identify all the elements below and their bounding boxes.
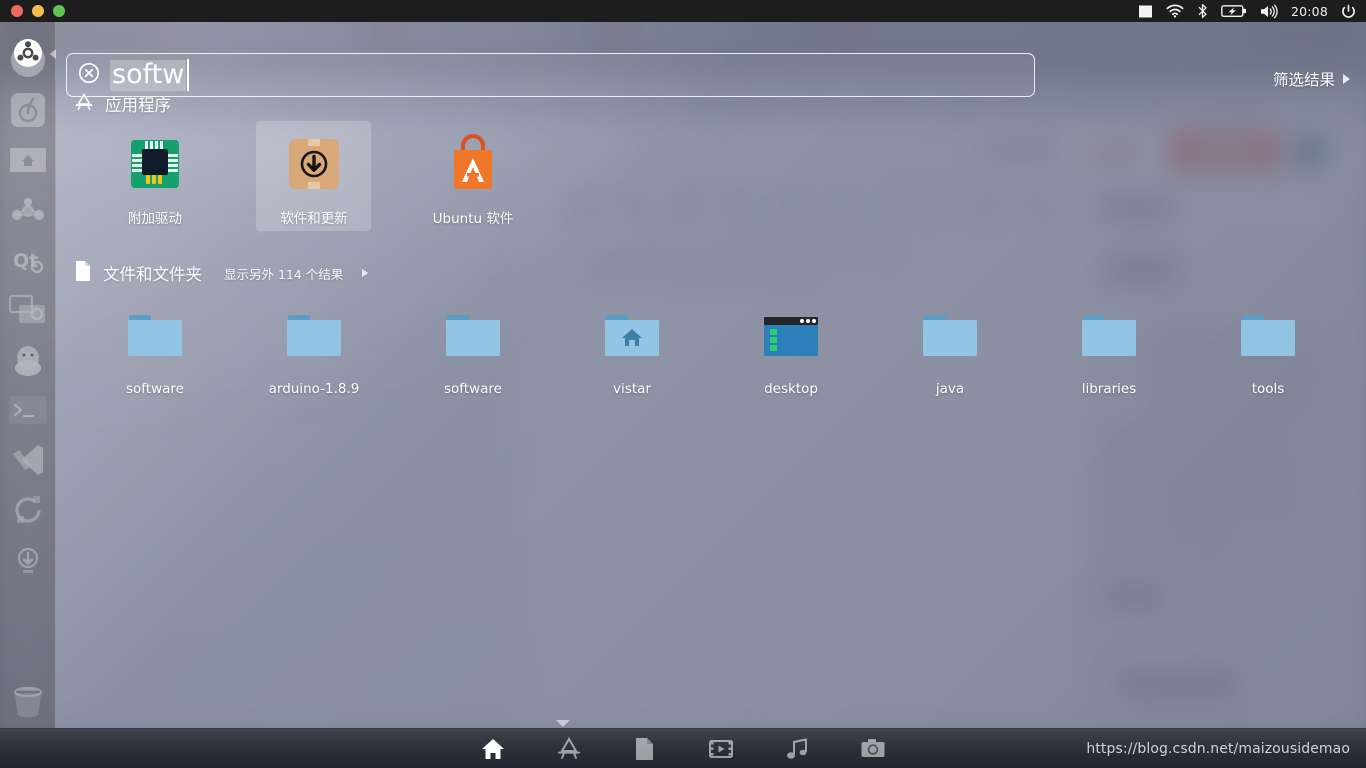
category-title: 文件和文件夹	[103, 265, 202, 284]
file-result-tile[interactable]: software	[101, 305, 209, 397]
folder-icon	[917, 305, 983, 371]
folder-icon	[281, 305, 347, 371]
ubuntu-logo-icon[interactable]	[13, 38, 43, 68]
app-result-label: Ubuntu 软件	[432, 211, 514, 227]
file-result-tile[interactable]: tools	[1214, 305, 1322, 397]
lens-files[interactable]	[631, 735, 659, 763]
package-down-icon	[10, 542, 46, 578]
nodes-icon	[9, 191, 47, 229]
dash-scroll-chevron-icon[interactable]	[556, 720, 570, 727]
file-result-tile[interactable]: software	[419, 305, 527, 397]
file-result-label: software	[126, 381, 184, 397]
shopping-bag-icon	[440, 131, 506, 197]
launcher-item-screenshot[interactable]	[6, 288, 50, 332]
lens-home[interactable]	[479, 735, 507, 763]
terminal-icon	[8, 396, 47, 424]
window-close-button[interactable]	[11, 5, 23, 17]
clear-search-icon[interactable]	[78, 62, 100, 88]
filter-results-label: 筛选结果	[1272, 71, 1335, 89]
launcher-item-vscode[interactable]	[6, 438, 50, 482]
wifi-icon[interactable]	[1166, 4, 1184, 18]
file-result-tile[interactable]: arduino-1.8.9	[260, 305, 368, 397]
file-icon	[74, 260, 92, 286]
folder-home-icon	[9, 145, 47, 175]
launcher-item-terminal[interactable]	[6, 388, 50, 432]
file-result-label: java	[935, 381, 965, 397]
file-result-tile[interactable]: vistar	[578, 305, 686, 397]
volume-icon[interactable]	[1260, 4, 1278, 19]
file-result-tile[interactable]: desktop	[737, 305, 845, 397]
top-panel: 20:08	[0, 0, 1366, 22]
file-result-tile[interactable]: libraries	[1055, 305, 1163, 397]
window-maximize-button[interactable]	[53, 5, 65, 17]
file-result-label: libraries	[1081, 381, 1137, 397]
search-input-value: softw	[110, 58, 187, 91]
chevron-right-icon[interactable]	[362, 269, 369, 277]
app-result-label: 软件和更新	[280, 211, 348, 227]
chip-icon	[122, 131, 188, 197]
package-down-icon	[281, 131, 347, 197]
launcher-item-netease-music[interactable]	[6, 88, 50, 132]
qt-icon: Qt	[9, 241, 47, 279]
file-result-label: tools	[1251, 381, 1285, 397]
clock[interactable]: 20:08	[1291, 4, 1328, 19]
folder-icon	[1235, 305, 1301, 371]
launcher-item-qt-creator[interactable]: Qt	[6, 238, 50, 282]
launcher-item-blender[interactable]	[6, 188, 50, 232]
svg-text:Qt: Qt	[13, 250, 38, 272]
search-input[interactable]: softw	[66, 53, 1035, 97]
bluetooth-icon[interactable]	[1197, 3, 1208, 19]
launcher-item-trash[interactable]	[6, 678, 50, 722]
refresh-icon	[9, 491, 47, 529]
text-caret	[187, 59, 190, 91]
category-header-files[interactable]: 文件和文件夹 显示另外 114 个结果	[74, 260, 369, 286]
launcher-item-software-updater[interactable]	[6, 538, 50, 582]
launcher-item-updates[interactable]	[6, 488, 50, 532]
lens-video[interactable]	[707, 735, 735, 763]
filter-results-button[interactable]: 筛选结果	[1273, 68, 1350, 90]
watermark-text: https://blog.csdn.net/maizousidemao	[1086, 741, 1350, 757]
file-result-tile[interactable]: java	[896, 305, 1004, 397]
folder-icon	[440, 305, 506, 371]
unity-launcher[interactable]: Qt	[0, 22, 56, 730]
folder-icon	[122, 305, 188, 371]
chevron-right-icon	[1343, 74, 1350, 84]
dash-collapse-arrow-icon[interactable]	[50, 49, 56, 59]
desktop-window-icon	[758, 305, 824, 371]
file-result-label: desktop	[764, 381, 818, 397]
battery-icon[interactable]	[1221, 4, 1247, 18]
folder-icon	[1076, 305, 1142, 371]
app-result-tile[interactable]: Ubuntu 软件	[419, 131, 527, 227]
file-result-label: software	[444, 381, 502, 397]
music-note-icon	[9, 91, 47, 129]
launcher-item-qq[interactable]	[6, 338, 50, 382]
power-icon[interactable]	[1341, 4, 1356, 19]
penguin-icon	[9, 341, 47, 379]
folder-home-icon	[599, 305, 665, 371]
show-more-results-label[interactable]: 显示另外 114 个结果	[224, 264, 343, 283]
app-result-tile[interactable]: 附加驱动	[101, 131, 209, 227]
trash-icon	[6, 687, 50, 726]
lens-photos[interactable]	[859, 735, 887, 763]
lens-music[interactable]	[783, 735, 811, 763]
window-minimize-button[interactable]	[32, 5, 44, 17]
file-result-label: arduino-1.8.9	[268, 381, 360, 397]
lens-applications[interactable]	[555, 735, 583, 763]
file-result-label: vistar	[613, 381, 651, 397]
display-icon[interactable]	[1138, 4, 1153, 19]
app-result-tile-selected[interactable]: 软件和更新	[256, 121, 371, 231]
launcher-item-files[interactable]	[6, 138, 50, 182]
app-result-label: 附加驱动	[128, 211, 182, 227]
screenshot-icon	[8, 294, 48, 326]
vscode-icon	[9, 441, 47, 479]
